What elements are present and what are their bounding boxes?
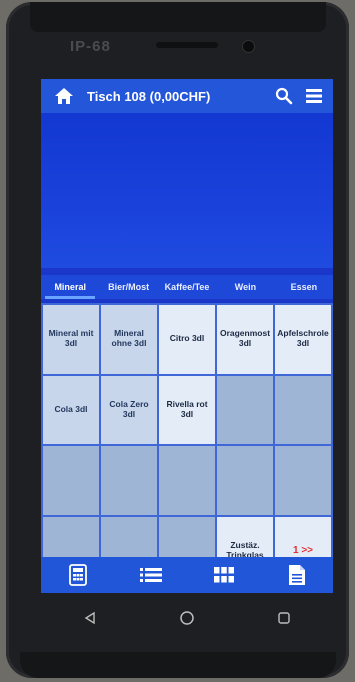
front-camera: [242, 40, 255, 53]
menu-icon[interactable]: [303, 85, 325, 107]
product-button[interactable]: Oragenmost 3dl: [217, 305, 273, 374]
list-icon[interactable]: [139, 563, 163, 587]
product-button[interactable]: Rivella rot 3dl: [159, 375, 215, 444]
top-bumper: [30, 2, 326, 32]
bottom-toolbar: [41, 557, 333, 593]
empty-cell: [275, 375, 331, 444]
recents-icon[interactable]: [272, 606, 296, 630]
document-icon[interactable]: [285, 563, 309, 587]
category-tabs: Mineral Bier/Most Kaffee/Tee Wein Essen: [41, 275, 333, 299]
empty-cell: [275, 446, 331, 515]
empty-cell: [43, 446, 99, 515]
back-icon[interactable]: [78, 606, 102, 630]
tab-essen[interactable]: Essen: [275, 275, 333, 299]
search-icon[interactable]: [273, 85, 295, 107]
product-grid: Mineral mit 3dl Mineral ohne 3dl Citro 3…: [41, 303, 333, 587]
table-title: Tisch 108 (0,00CHF): [87, 88, 211, 104]
tab-kaffee-tee[interactable]: Kaffee/Tee: [158, 275, 216, 299]
order-list-area[interactable]: [41, 113, 333, 268]
tab-bier-most[interactable]: Bier/Most: [99, 275, 157, 299]
android-nav-bar: [41, 596, 333, 640]
product-button[interactable]: Citro 3dl: [159, 305, 215, 374]
speaker-grille: [156, 42, 218, 48]
empty-cell: [217, 375, 273, 444]
empty-cell: [101, 446, 157, 515]
tab-wein[interactable]: Wein: [216, 275, 274, 299]
product-button[interactable]: Apfelschrole 3dl: [275, 305, 331, 374]
app-screen: Tisch 108 (0,00CHF) Mineral Bier/Most Ka…: [41, 79, 333, 593]
app-header: Tisch 108 (0,00CHF): [41, 79, 333, 113]
product-button[interactable]: Cola 3dl: [43, 375, 99, 444]
empty-cell: [217, 446, 273, 515]
grid-icon[interactable]: [212, 563, 236, 587]
product-button[interactable]: Mineral ohne 3dl: [101, 305, 157, 374]
bottom-bumper: [20, 652, 336, 678]
product-button[interactable]: Mineral mit 3dl: [43, 305, 99, 374]
home-nav-icon[interactable]: [175, 606, 199, 630]
device-brand: IP-68: [70, 38, 111, 55]
product-button[interactable]: Cola Zero 3dl: [101, 375, 157, 444]
tab-mineral[interactable]: Mineral: [41, 275, 99, 299]
empty-cell: [159, 446, 215, 515]
calculator-icon[interactable]: [66, 563, 90, 587]
home-icon[interactable]: [51, 83, 77, 109]
